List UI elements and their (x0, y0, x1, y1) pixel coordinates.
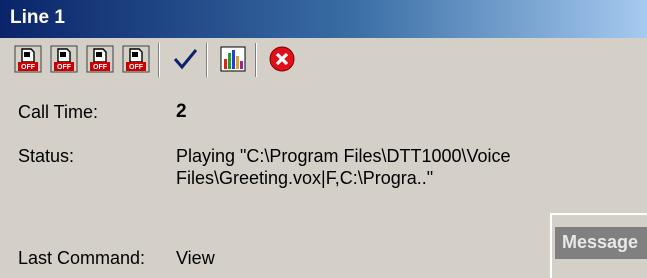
svg-text:OFF: OFF (57, 64, 72, 71)
status-line-2: Files\Greeting.vox|F,C:\Progra.." (176, 168, 434, 188)
status-line-1: Playing "C:\Program Files\DTT1000\Voice (176, 146, 511, 166)
phone-off-icon: OFF (50, 45, 78, 73)
hangup-button-3[interactable]: OFF (86, 45, 114, 73)
hangup-button-2[interactable]: OFF (50, 45, 78, 73)
hangup-button-1[interactable]: OFF (14, 45, 42, 73)
toolbar: OFF OFF OFF OFF (0, 38, 647, 84)
svg-text:OFF: OFF (93, 64, 108, 71)
phone-off-icon: OFF (14, 45, 42, 73)
statistics-button[interactable] (219, 45, 247, 73)
toolbar-separator (206, 43, 208, 77)
last-command-value: View (176, 248, 215, 268)
message-panel-titlebar[interactable]: Message (555, 227, 647, 259)
status-value: Playing "C:\Program Files\DTT1000\Voice … (176, 145, 511, 189)
message-panel[interactable]: Message (550, 213, 647, 278)
svg-text:OFF: OFF (129, 64, 144, 71)
call-time-value: 2 (176, 101, 187, 122)
bar-chart-icon (220, 46, 246, 72)
close-circle-icon (269, 46, 295, 72)
toolbar-separator (158, 43, 160, 77)
phone-off-icon: OFF (122, 45, 150, 73)
title-bar: Line 1 (0, 0, 647, 38)
svg-text:OFF: OFF (21, 64, 36, 71)
status-label: Status: (18, 146, 75, 166)
toolbar-separator (255, 43, 257, 77)
last-command-label: Last Command: (18, 248, 146, 268)
checkmark-icon (173, 49, 198, 70)
call-time-label: Call Time: (18, 102, 99, 122)
message-panel-title: Message (562, 232, 639, 252)
hangup-button-4[interactable]: OFF (122, 45, 150, 73)
stop-button[interactable] (268, 45, 296, 73)
window-title: Line 1 (10, 7, 65, 28)
phone-off-icon: OFF (86, 45, 114, 73)
confirm-button[interactable] (171, 45, 199, 73)
